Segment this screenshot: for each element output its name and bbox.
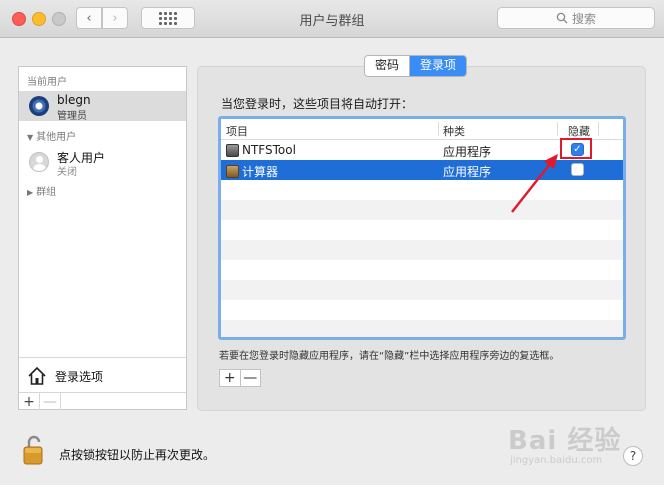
forward-button[interactable]: › [102, 7, 128, 29]
item-name: 计算器 [242, 165, 279, 179]
watermark-url: jingyan.baidu.com [510, 455, 603, 466]
empty-row [221, 280, 623, 300]
empty-row [221, 260, 623, 280]
item-kind: 应用程序 [443, 165, 492, 179]
watermark: Bai 经验 [508, 426, 622, 456]
login-options-item[interactable]: 登录选项 [27, 365, 103, 387]
empty-row [221, 240, 623, 260]
add-login-item-button[interactable]: + [220, 370, 240, 386]
hide-hint-text: 若要在您登录时隐藏应用程序，请在“隐藏”栏中选择应用程序旁边的复选框。 [219, 351, 560, 362]
empty-row [221, 220, 623, 240]
disclosure-right-icon: ▶ [27, 188, 34, 197]
item-name: NTFSTool [242, 143, 296, 157]
tab-login-items[interactable]: 登录项 [409, 56, 467, 76]
user-item-guest[interactable]: 客人用户 关闭 [19, 147, 186, 178]
empty-row [221, 320, 623, 337]
ntfstool-icon [226, 143, 239, 157]
user-status: 关闭 [57, 167, 77, 178]
avatar [29, 152, 49, 172]
user-item-blegn[interactable]: blegn 管理员 [19, 91, 186, 122]
minimize-window-button[interactable] [32, 12, 46, 26]
title-bar: ‹ › 用户与群组 搜索 [0, 0, 664, 38]
chevron-right-icon: › [112, 10, 118, 26]
zoom-window-button[interactable] [52, 12, 66, 26]
sidebar-toolbar: + — [19, 392, 186, 411]
show-all-button[interactable] [141, 7, 195, 29]
table-header: 项目 种类 隐藏 [221, 119, 623, 140]
other-users-header[interactable]: ▼ 其他用户 [27, 128, 76, 143]
column-hide[interactable]: 隐藏 [568, 123, 590, 139]
tab-bar: 密码 登录项 [364, 55, 468, 77]
avatar [29, 96, 49, 116]
house-icon [28, 366, 46, 385]
login-items-toolbar: + — [219, 369, 261, 387]
annotation-arrow [511, 154, 558, 213]
login-items-heading: 当您登录时，这些项目将自动打开： [221, 97, 414, 111]
column-divider [438, 122, 439, 136]
column-divider [598, 122, 599, 136]
users-sidebar: 当前用户 blegn 管理员 ▼ 其他用户 客人用户 关闭 ▶ 群组 登录选项 + … [18, 66, 187, 410]
user-name: blegn [57, 93, 91, 107]
item-kind: 应用程序 [443, 145, 492, 159]
search-icon [556, 12, 568, 24]
search-field[interactable]: 搜索 [497, 7, 655, 29]
window-title: 用户与群组 [299, 14, 365, 29]
empty-row [221, 300, 623, 320]
login-options-label: 登录选项 [55, 369, 104, 384]
calculator-icon [226, 165, 239, 178]
lock-message: 点按锁按钮以防止再次更改。 [59, 448, 216, 462]
column-divider [557, 122, 558, 136]
remove-user-button[interactable]: — [40, 393, 61, 410]
remove-login-item-button[interactable]: — [239, 370, 261, 386]
add-user-button[interactable]: + [19, 393, 40, 410]
grid-icon [159, 11, 177, 25]
divider [19, 357, 186, 358]
column-kind[interactable]: 种类 [443, 123, 465, 139]
disclosure-down-icon: ▼ [27, 133, 34, 142]
back-button[interactable]: ‹ [76, 7, 102, 29]
lock-icon[interactable] [22, 434, 46, 466]
user-role: 管理员 [57, 111, 87, 122]
groups-header[interactable]: ▶ 群组 [27, 183, 56, 198]
tab-password[interactable]: 密码 [365, 56, 409, 76]
hide-checkbox[interactable] [571, 163, 584, 176]
close-window-button[interactable] [12, 12, 26, 26]
column-item[interactable]: 项目 [226, 123, 248, 139]
search-placeholder: 搜索 [571, 11, 596, 26]
current-users-header: 当前用户 [27, 77, 67, 88]
help-button[interactable]: ? [623, 446, 643, 466]
chevron-left-icon: ‹ [86, 10, 92, 26]
